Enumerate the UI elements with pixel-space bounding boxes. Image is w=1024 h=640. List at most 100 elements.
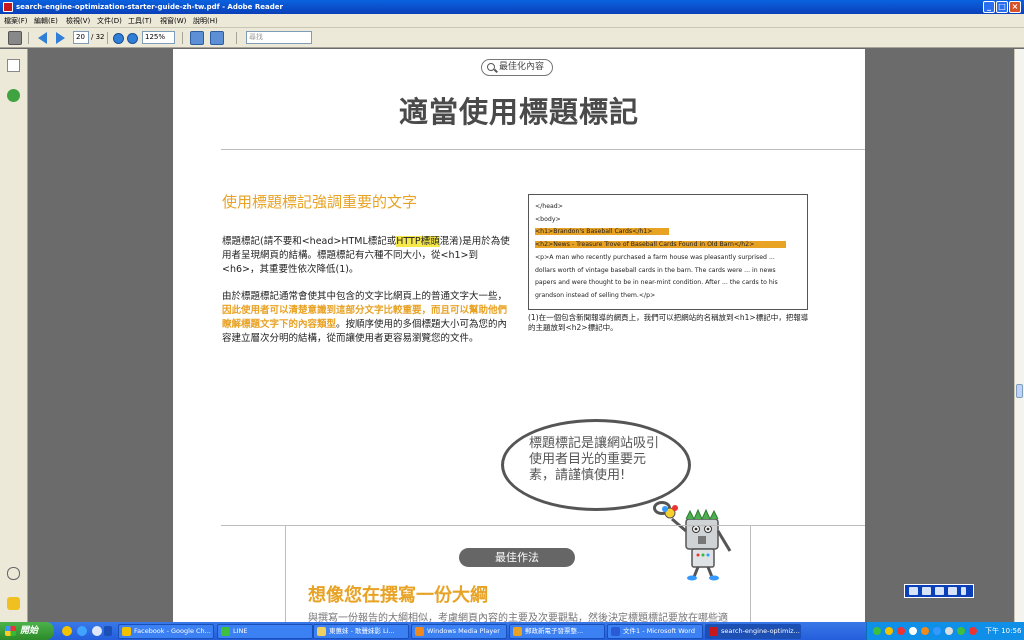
mail-icon: [513, 627, 522, 636]
paragraph-2-text-a: 由於標題標記通常會使其中包含的文字比網頁上的普通文字大一些，: [222, 291, 508, 302]
tray-icon[interactable]: [921, 627, 929, 635]
quick-launch-expand-icon[interactable]: [104, 626, 112, 636]
tray-icon[interactable]: [897, 627, 905, 635]
attachments-icon[interactable]: [7, 567, 20, 580]
windows-logo-icon: [5, 626, 16, 636]
ie-icon[interactable]: [77, 626, 87, 636]
taskbar-item[interactable]: Windows Media Player: [411, 624, 507, 639]
toolbar-separator: [236, 32, 237, 44]
start-button[interactable]: 開始: [0, 622, 54, 640]
keyboard-icon[interactable]: [909, 587, 918, 595]
best-practice-box-left: [285, 525, 286, 622]
word-icon: [611, 627, 620, 636]
code-line: <body>: [535, 215, 561, 223]
magnifier-icon: [487, 63, 495, 71]
menu-tools[interactable]: 工具(T): [128, 16, 152, 26]
best-practice-text: 與撰寫一份報告的大綱相似，考慮網頁內容的主要及次要觀點，然後決定標題標記要放在哪…: [308, 613, 728, 622]
menu-edit[interactable]: 編輯(E): [34, 16, 58, 26]
code-line: dollars worth of vintage baseball cards …: [535, 266, 776, 274]
section-heading: 使用標題標記強調重要的文字: [222, 193, 418, 211]
menu-view[interactable]: 檢視(V): [66, 16, 90, 26]
code-caption: (1)在一個包含新聞報導的網頁上，我們可以把網站的名稱放到<h1>標記中，把報導…: [528, 313, 809, 332]
code-example: </head> <body> <h1>Brandon's Baseball Ca…: [528, 194, 808, 310]
taskbar-item[interactable]: 東蕙妹 - 歌聲妹影 Li...: [313, 624, 409, 639]
pen-icon[interactable]: [922, 587, 931, 595]
menu-help[interactable]: 說明(H): [193, 16, 218, 26]
tray-icon[interactable]: [909, 627, 917, 635]
code-line: <h1>Brandon's Baseball Cards</h1>: [535, 226, 801, 239]
title-divider: [221, 149, 865, 150]
print-icon[interactable]: [8, 31, 22, 45]
maximize-button[interactable]: □: [996, 1, 1008, 13]
best-practice-box-right: [750, 525, 751, 622]
code-line: papers and were thought to be in near-mi…: [535, 279, 778, 287]
security-icon[interactable]: [969, 627, 977, 635]
start-label: 開始: [20, 626, 39, 636]
taskbar-item[interactable]: 郵政新電子發票整...: [509, 624, 605, 639]
fit-page-icon[interactable]: [190, 31, 204, 45]
menu-document[interactable]: 文件(D): [97, 16, 122, 26]
code-line: <h2>News - Treasure Trove of Baseball Ca…: [535, 239, 801, 252]
show-desktop-icon[interactable]: [92, 626, 102, 636]
line-icon: [221, 627, 230, 636]
taskbar-item[interactable]: Facebook - Google Ch...: [118, 624, 214, 639]
zoom-in-icon[interactable]: [127, 33, 138, 44]
toolbar-separator: [107, 32, 108, 44]
previous-page-icon[interactable]: [38, 32, 47, 44]
taskbar-item-active[interactable]: search-engine-optimiz...: [705, 624, 801, 639]
tray-icon[interactable]: [885, 627, 893, 635]
best-practice-label: 最佳作法: [459, 548, 575, 567]
document-area[interactable]: 最佳化內容 適當使用標題標記 使用標題標記強調重要的文字 標題標記(請不要和<h…: [28, 49, 1014, 622]
ime-icon[interactable]: [935, 587, 944, 595]
page-total: / 32: [91, 33, 105, 41]
close-button[interactable]: ×: [1009, 1, 1021, 13]
tray-icon[interactable]: [957, 627, 965, 635]
paragraph-1-highlight: HTTP標頭: [396, 236, 440, 247]
zoom-level-select[interactable]: 125%: [142, 31, 175, 44]
menu-window[interactable]: 視窗(W): [160, 16, 186, 26]
next-page-icon[interactable]: [56, 32, 65, 44]
speech-bubble-text: 標題標記是讓網站吸引使用者目光的重要元素，請謹慎使用!: [529, 436, 660, 483]
best-practice-heading: 想像您在撰寫一份大綱: [308, 585, 488, 606]
minimize-button[interactable]: _: [983, 1, 995, 13]
paragraph-2: 由於標題標記通常會使其中包含的文字比網頁上的普通文字大一些，因此使用者可以清楚意…: [222, 290, 512, 346]
adobe-reader-icon: [3, 2, 13, 12]
line-tray-icon[interactable]: [873, 627, 881, 635]
taskbar: 開始 Facebook - Google Ch... LINE 東蕙妹 - 歌聲…: [0, 622, 1024, 640]
help-icon[interactable]: [948, 587, 957, 595]
menu-file[interactable]: 檔案(F): [4, 16, 28, 26]
toolbar-separator: [182, 32, 183, 44]
page-number-input[interactable]: 20: [73, 31, 89, 44]
clock: 下午 10:56: [985, 627, 1022, 635]
vertical-scrollbar[interactable]: [1014, 49, 1024, 622]
volume-icon[interactable]: [945, 627, 953, 635]
page-title: 適當使用標題標記: [398, 95, 639, 129]
find-input[interactable]: 尋找: [246, 31, 312, 44]
taskbar-item[interactable]: 文件1 - Microsoft Word: [607, 624, 703, 639]
adobe-reader-icon: [709, 627, 718, 636]
section-badge: 最佳化內容: [481, 59, 553, 76]
network-icon[interactable]: [933, 627, 941, 635]
menu-bar: 檔案(F) 編輯(E) 檢視(V) 文件(D) 工具(T) 視窗(W) 說明(H…: [0, 14, 1024, 28]
robot-mascot-illustration: [662, 505, 732, 581]
full-screen-icon[interactable]: [210, 31, 224, 45]
toolbar: 20 / 32 125% 尋找: [0, 28, 1024, 48]
paragraph-1-text-a: 標題標記(請不要和<head>HTML標記或: [222, 236, 397, 247]
code-line: <p>A man who recently purchased a farm h…: [535, 253, 775, 261]
options-icon[interactable]: [961, 587, 966, 595]
pages-icon[interactable]: [7, 59, 20, 72]
scrollbar-thumb[interactable]: [1016, 384, 1023, 398]
comments-icon[interactable]: [7, 597, 20, 610]
pdf-page: 最佳化內容 適當使用標題標記 使用標題標記強調重要的文字 標題標記(請不要和<h…: [173, 49, 865, 622]
folder-icon: [317, 627, 326, 636]
zoom-out-icon[interactable]: [113, 33, 124, 44]
chrome-icon[interactable]: [62, 626, 72, 636]
window-title: search-engine-optimization-starter-guide…: [16, 3, 283, 11]
chrome-icon: [122, 627, 131, 636]
taskbar-item[interactable]: LINE: [217, 624, 313, 639]
media-player-icon: [415, 627, 424, 636]
floating-toolbar[interactable]: [904, 584, 974, 598]
help-icon[interactable]: [7, 89, 20, 102]
best-practice-box-top: [221, 525, 865, 526]
system-tray: 下午 10:56: [866, 622, 1024, 640]
